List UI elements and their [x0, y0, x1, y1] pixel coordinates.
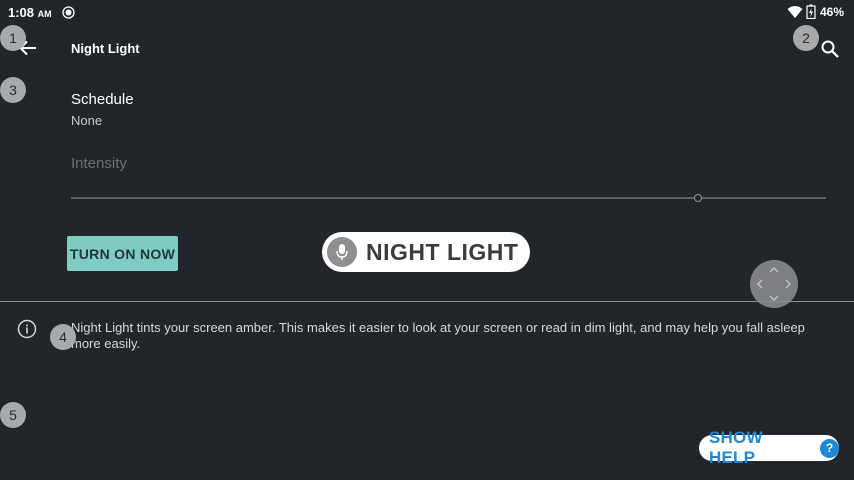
- status-time-ampm: AM: [37, 9, 52, 19]
- battery-charging-icon: [806, 4, 816, 19]
- overlay-badge-1: 1: [0, 25, 26, 51]
- battery-percent: 46%: [820, 5, 845, 19]
- status-time: 1:08 AM: [8, 5, 52, 20]
- overlay-badge-2: 2: [793, 25, 819, 51]
- mic-icon: [327, 237, 357, 267]
- show-help-button[interactable]: SHOW HELP ?: [699, 428, 839, 467]
- intensity-slider-thumb[interactable]: [693, 194, 702, 202]
- info-description: Night Light tints your screen amber. Thi…: [71, 320, 805, 351]
- voice-command-chip: NIGHT LIGHT: [322, 232, 530, 272]
- schedule-value: None: [71, 113, 103, 128]
- location-dot-icon: [62, 6, 75, 19]
- info-icon: [17, 319, 37, 339]
- status-time-value: 1:08: [8, 5, 35, 20]
- turn-on-now-button[interactable]: TURN ON NOW: [67, 236, 178, 271]
- help-question-icon: ?: [820, 438, 839, 458]
- intensity-slider[interactable]: [71, 197, 826, 199]
- voice-chip-label: NIGHT LIGHT: [366, 238, 519, 265]
- search-icon[interactable]: [818, 37, 842, 61]
- schedule-title: Schedule: [71, 91, 134, 108]
- overlay-badge-5: 5: [0, 402, 26, 428]
- show-help-label: SHOW HELP: [709, 428, 763, 467]
- intensity-label: Intensity: [71, 155, 127, 172]
- page-title: Night Light: [71, 41, 140, 56]
- overlay-badge-4: 4: [50, 324, 76, 350]
- wifi-icon: [787, 6, 803, 18]
- divider: [0, 301, 854, 302]
- overlay-badge-3: 3: [0, 77, 26, 103]
